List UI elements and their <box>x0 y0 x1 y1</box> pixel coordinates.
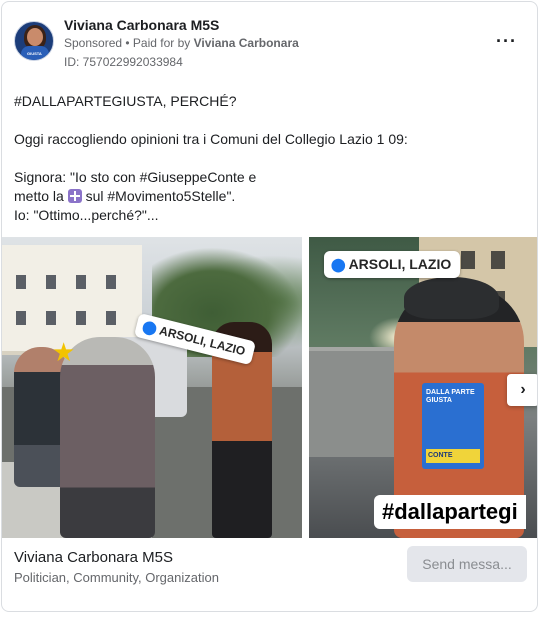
separator-dot: • <box>122 36 133 50</box>
media-carousel[interactable]: ★ ⬤ARSOLI, LAZIO DALLA PARTE GIUSTA CONT… <box>2 237 537 538</box>
more-options-button[interactable]: ··· <box>496 31 517 52</box>
post-line-intro: Oggi raccogliendo opinioni tra i Comuni … <box>14 131 408 147</box>
more-horizontal-icon: ··· <box>496 31 517 51</box>
post-line-quote-2a: metto la <box>14 188 68 204</box>
sponsored-label: Sponsored <box>64 36 123 50</box>
chevron-right-icon: › <box>520 381 526 398</box>
footer-categories: Politician, Community, Organization <box>14 570 219 585</box>
page-avatar[interactable]: GIUSTA <box>14 21 54 61</box>
plus-emoji-icon <box>67 189 82 203</box>
carousel-card-2[interactable]: DALLA PARTE GIUSTA CONTE ⬤ ARSOLI, LAZIO … <box>309 237 537 538</box>
carousel-card-1[interactable]: ★ ⬤ARSOLI, LAZIO <box>2 237 302 538</box>
carousel-next-button[interactable]: › <box>507 374 537 406</box>
location-pin-icon: ⬤ <box>331 257 346 272</box>
location-pin-icon: ⬤ <box>140 318 159 337</box>
ad-id: ID: 757022992033984 <box>64 55 183 69</box>
photo-hat <box>404 277 499 319</box>
avatar-tag: GIUSTA <box>27 51 42 56</box>
avatar-face <box>27 28 43 46</box>
ad-card: GIUSTA Viviana Carbonara M5S Sponsored •… <box>1 1 538 612</box>
paid-for-label: Paid for by <box>132 36 194 50</box>
post-line-quote-2b: sul #Movimento5Stelle". <box>81 188 236 204</box>
footer-page-name[interactable]: Viviana Carbonara M5S <box>14 549 173 566</box>
post-line-quote-3: Io: "Ottimo...perché?"... <box>14 207 159 223</box>
location-sticker: ⬤ARSOLI, LAZIO <box>324 251 461 278</box>
post-line-title: #DALLAPARTEGIUSTA, PERCHÉ? <box>14 93 237 109</box>
post-body: #DALLAPARTEGIUSTA, PERCHÉ? Oggi raccogli… <box>14 92 526 225</box>
photo-fountain <box>309 347 399 457</box>
book-title: DALLA PARTE GIUSTA <box>426 389 475 404</box>
paid-for-name: Viviana Carbonara <box>193 36 299 50</box>
location-sticker-text: ARSOLI, LAZIO <box>348 256 452 272</box>
book-name: CONTE <box>426 449 480 463</box>
post-line-quote-1: Signora: "Io sto con #GiuseppeConte e <box>14 169 257 185</box>
sponsored-line: Sponsored • Paid for by Viviana Carbonar… <box>64 36 299 50</box>
post-line-quote-2: metto la sul #Movimento5Stelle". <box>14 187 526 206</box>
star-sticker-icon: ★ <box>52 337 76 367</box>
photo-book: DALLA PARTE GIUSTA CONTE <box>422 383 484 469</box>
hashtag-banner: #dallapartegi <box>374 495 526 529</box>
page-name[interactable]: Viviana Carbonara M5S <box>64 17 219 33</box>
send-message-button[interactable]: Send messa... <box>407 546 527 582</box>
